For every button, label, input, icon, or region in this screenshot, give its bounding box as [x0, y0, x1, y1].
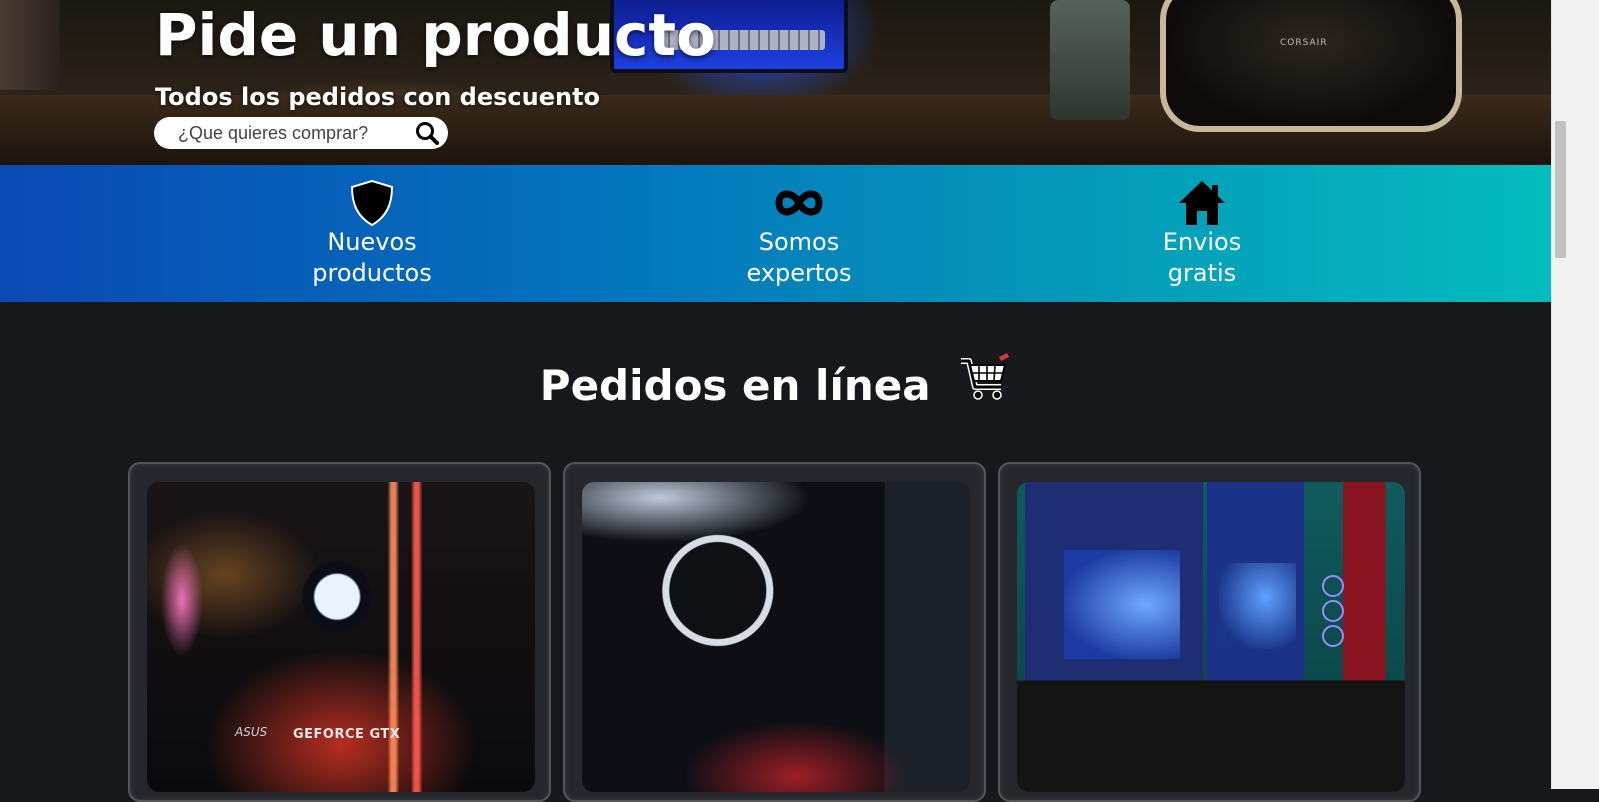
feature-experts: Somos expertos [699, 179, 899, 289]
product-card[interactable]: ASUS GEFORCE GTX [128, 462, 551, 802]
hero-subtitle: Todos los pedidos con descuento [155, 83, 601, 111]
scrollbar-thumb[interactable] [1555, 121, 1566, 258]
hero-bg-lamp [1050, 0, 1130, 120]
hero-bg-shelf [0, 0, 60, 90]
feature-label-line2: expertos [746, 259, 852, 287]
case-fan [1321, 624, 1344, 647]
hero-bg-brand-text: CORSAIR [1280, 38, 1328, 48]
search-input[interactable] [178, 121, 408, 145]
product-card[interactable] [998, 462, 1421, 802]
feature-label-line1: Nuevos [327, 228, 417, 256]
search-icon[interactable] [414, 120, 440, 146]
case-fan [1321, 599, 1344, 622]
infinity-icon [775, 190, 823, 216]
window-edge [1568, 0, 1599, 789]
house-icon [1179, 181, 1225, 225]
feature-label-line2: productos [312, 259, 432, 287]
product-image-text: GEFORCE GTX [293, 727, 401, 742]
monitor-screen [1218, 562, 1297, 650]
case-fan [1321, 575, 1344, 597]
product-image[interactable]: ASUS GEFORCE GTX [147, 482, 535, 792]
feature-free-shipping: Envios gratis [1102, 179, 1302, 289]
feature-label-line2: gratis [1167, 259, 1237, 287]
product-image[interactable] [1017, 482, 1405, 792]
product-image[interactable] [582, 482, 970, 792]
features-band: Nuevos productos Somos expertos Envios g… [0, 165, 1551, 302]
feature-new-products: Nuevos productos [272, 179, 472, 289]
section-title-text: Pedidos en línea [539, 361, 931, 410]
product-card[interactable] [563, 462, 986, 802]
page-scrollbar[interactable] [1551, 0, 1569, 789]
section-title: Pedidos en línea [0, 352, 1551, 417]
hero-title: Pide un producto [155, 1, 716, 69]
feature-label-line1: Somos [758, 228, 840, 256]
product-cards: ASUS GEFORCE GTX [0, 462, 1551, 802]
hero-bg-speaker [1160, 0, 1462, 132]
shield-icon [350, 179, 394, 227]
monitor-screen [1063, 550, 1180, 659]
hero-banner: CORSAIR Pide un producto Todos los pedid… [0, 0, 1551, 165]
search-box [154, 117, 448, 149]
product-image-brand: ASUS [235, 725, 268, 739]
shopping-cart-icon [959, 352, 1011, 417]
feature-label-line1: Envios [1162, 228, 1242, 256]
